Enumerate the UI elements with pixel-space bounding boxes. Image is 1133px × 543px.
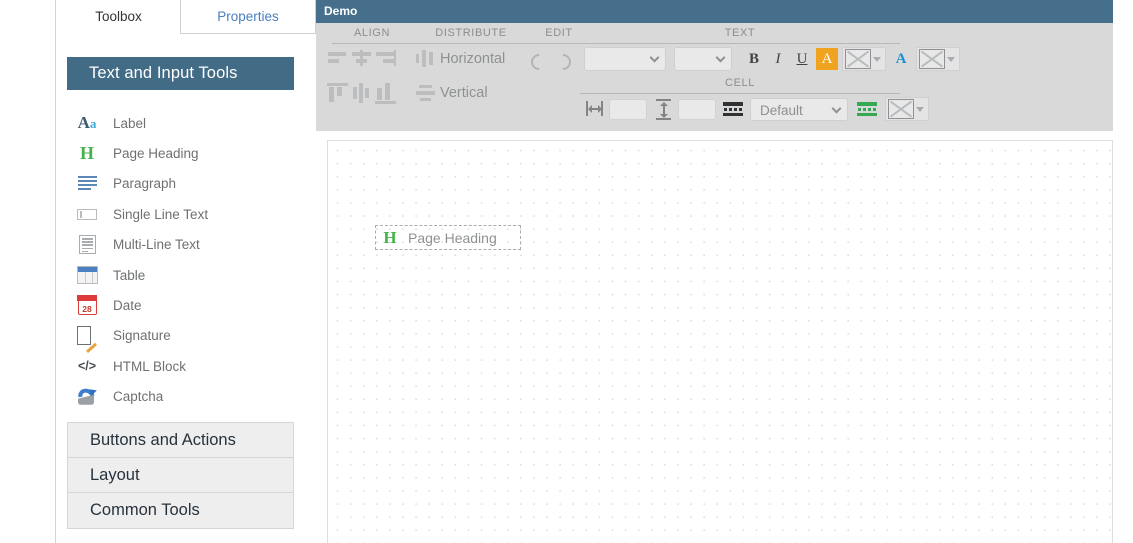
tool-label-text: Paragraph <box>113 176 177 192</box>
distribute-vertical-label[interactable]: Vertical <box>440 84 488 102</box>
canvas-area: H Page Heading <box>316 131 1133 543</box>
cell-group-rule <box>580 93 900 94</box>
cell-border-black-icon[interactable] <box>723 102 743 116</box>
chevron-down-icon <box>649 52 660 63</box>
canvas-widget-label: Page Heading <box>408 229 497 246</box>
tool-item-multi-line-text[interactable]: Multi-Line Text <box>67 230 307 260</box>
cell-width-icon <box>586 100 604 118</box>
chevron-down-icon <box>831 103 842 114</box>
tab-properties[interactable]: Properties <box>181 0 316 34</box>
tool-label-text: Table <box>113 267 146 283</box>
text-group-rule <box>580 43 900 44</box>
highlight-color-swatch-button[interactable] <box>842 47 886 71</box>
chevron-down-icon <box>947 57 955 62</box>
page-heading-h-icon: H <box>383 227 397 247</box>
broken-image-icon <box>919 49 945 69</box>
window-title: Demo <box>324 4 358 18</box>
form-canvas[interactable]: H Page Heading <box>327 140 1113 543</box>
tool-label-text: Page Heading <box>113 146 199 162</box>
tool-label-text: Single Line Text <box>113 206 209 222</box>
date-calendar-icon: 28 <box>72 295 102 317</box>
canvas-widget-page-heading[interactable]: H Page Heading <box>375 225 521 250</box>
align-center-horizontal-icon[interactable] <box>351 50 373 68</box>
text-highlight-button[interactable]: A <box>816 48 838 70</box>
single-line-text-icon <box>72 203 102 225</box>
distribute-horizontal-icon[interactable] <box>416 50 436 68</box>
align-right-icon[interactable] <box>375 50 397 68</box>
tool-item-single-line-text[interactable]: Single Line Text <box>67 199 307 229</box>
paragraph-lines-icon <box>72 173 102 195</box>
redo-icon[interactable] <box>551 50 575 74</box>
captcha-refresh-icon <box>72 385 102 408</box>
align-group-rule <box>332 43 412 44</box>
tool-label-text: HTML Block <box>113 358 187 374</box>
collapsed-tool-sections: Buttons and Actions Layout Common Tools <box>67 422 294 529</box>
underline-button[interactable]: U <box>794 48 810 70</box>
font-size-dropdown[interactable] <box>674 47 732 71</box>
tool-list: Aa Label H Page Heading Paragraph Single… <box>67 108 307 412</box>
tool-item-captcha[interactable]: Captcha <box>67 382 307 412</box>
page-heading-h-icon: H <box>79 143 94 164</box>
tool-item-signature[interactable]: Signature <box>67 321 307 353</box>
label-aa-icon: Aa <box>77 113 97 133</box>
toolbar-group-cell-label: CELL <box>725 77 755 89</box>
cell-width-input[interactable] <box>609 99 647 120</box>
cell-border-style-dropdown[interactable]: Default <box>750 98 848 121</box>
align-top-icon[interactable] <box>327 83 349 103</box>
panel-tabs: Toolbox Properties <box>56 0 316 34</box>
cell-height-input[interactable] <box>678 99 716 120</box>
align-middle-vertical-icon[interactable] <box>351 83 373 103</box>
distribute-vertical-icon[interactable] <box>416 84 436 102</box>
tool-item-paragraph[interactable]: Paragraph <box>67 169 307 199</box>
toolbar-group-distribute-label: DISTRIBUTE <box>435 27 507 39</box>
chevron-down-icon <box>916 107 924 112</box>
signature-pen-icon <box>72 325 102 353</box>
tool-label-text: Date <box>113 298 142 314</box>
font-color-swatch-button[interactable] <box>916 47 960 71</box>
italic-button[interactable]: I <box>770 48 786 70</box>
html-code-icon: </> <box>77 359 97 374</box>
align-left-icon[interactable] <box>327 50 349 68</box>
tool-item-date[interactable]: 28 Date <box>67 290 307 320</box>
group-header-text-and-input-tools[interactable]: Text and Input Tools <box>67 57 294 90</box>
tool-label-text: Label <box>113 115 147 131</box>
cell-fill-color-swatch-button[interactable] <box>885 97 929 121</box>
chevron-down-icon <box>715 52 726 63</box>
section-layout[interactable]: Layout <box>68 458 293 493</box>
panel-divider <box>55 0 56 543</box>
toolbar-group-text-label: TEXT <box>724 27 756 39</box>
toolbox-panel: Toolbox Properties Text and Input Tools … <box>0 0 316 543</box>
tool-item-label[interactable]: Aa Label <box>67 108 307 138</box>
tool-item-page-heading[interactable]: H Page Heading <box>67 138 307 168</box>
undo-icon[interactable] <box>527 50 551 74</box>
distribute-group-rule <box>412 43 530 44</box>
toolbar-group-align-label: ALIGN <box>353 27 390 39</box>
section-buttons-and-actions[interactable]: Buttons and Actions <box>68 423 293 458</box>
cell-border-style-value: Default <box>760 103 803 118</box>
formatting-toolbar: ALIGN DISTRIBUTE Horizontal Vertical EDI… <box>316 23 1113 131</box>
tool-label-text: Captcha <box>113 389 164 405</box>
window-titlebar: Demo <box>316 0 1113 23</box>
distribute-horizontal-label[interactable]: Horizontal <box>440 50 505 68</box>
tool-item-html-block[interactable]: </> HTML Block <box>67 351 307 381</box>
cell-height-icon <box>655 99 673 121</box>
cell-border-green-icon[interactable] <box>857 102 877 116</box>
tool-item-table[interactable]: Table <box>67 260 307 290</box>
section-common-tools[interactable]: Common Tools <box>68 493 293 528</box>
broken-image-icon <box>888 99 914 119</box>
multi-line-text-icon <box>72 234 102 256</box>
font-color-button[interactable]: A <box>892 48 910 70</box>
tool-label-text: Multi-Line Text <box>113 237 200 253</box>
form-builder-window: Toolbox Properties Text and Input Tools … <box>0 0 1133 543</box>
chevron-down-icon <box>873 57 881 62</box>
tab-toolbox[interactable]: Toolbox <box>56 0 181 34</box>
tool-label-text: Signature <box>113 328 171 344</box>
align-bottom-icon[interactable] <box>375 83 397 104</box>
font-family-dropdown[interactable] <box>584 47 666 71</box>
broken-image-icon <box>845 49 871 69</box>
bold-button[interactable]: B <box>746 48 762 70</box>
table-icon <box>72 264 102 286</box>
